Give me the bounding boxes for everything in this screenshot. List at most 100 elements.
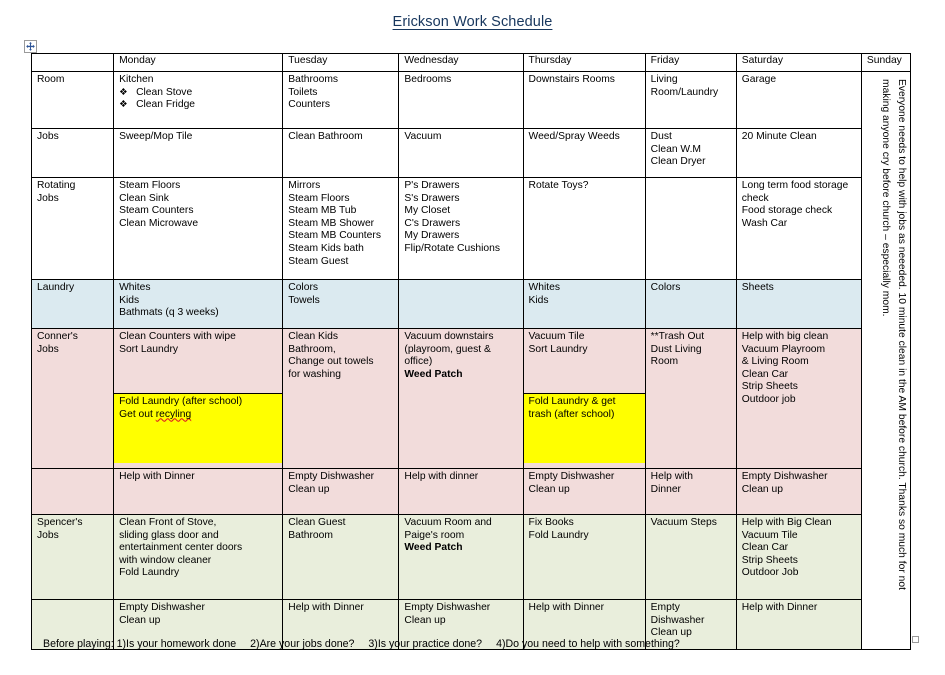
cell-line: Kids (528, 294, 549, 306)
row-label-conners-jobs: Conner's Jobs (30, 328, 115, 469)
header-cell-blank (30, 53, 115, 72)
header-cell-sunday: Sunday (860, 53, 912, 72)
cell-line: Towels (288, 294, 320, 306)
cell-line: Clean Sink (119, 192, 169, 204)
cell-line: Get out recyling (119, 408, 192, 420)
cell-line: Jobs (37, 192, 59, 204)
cell-spencer-dinner-saturday[interactable]: Help with Dinner (735, 599, 862, 650)
cell-conner-monday: Clean Counters with wipe Sort Laundry Fol… (113, 328, 284, 469)
cell-spencer-monday[interactable]: Clean Front of Stove, sliding glass door … (113, 514, 284, 600)
cell-conner-dinner-wednesday[interactable]: Help with dinner (398, 468, 524, 515)
sunday-note-text: Everyone needs to help with jobs as neee… (880, 79, 907, 590)
footer-q3: 3)Is your practice done? (368, 638, 483, 650)
cell-rotating-friday[interactable] (644, 177, 737, 280)
cell-line: Room (650, 356, 679, 368)
cell-line: Jobs (37, 529, 59, 541)
cell-laundry-monday[interactable]: Whites Kids Bathmats (q 3 weeks) (113, 279, 284, 329)
cell-line: Help with Dinner (741, 602, 818, 613)
cell-jobs-saturday[interactable]: 20 Minute Clean (735, 128, 862, 178)
cell-line: Vacuum (404, 131, 442, 142)
cell-jobs-friday[interactable]: Dust Clean W.M Clean Dryer (644, 128, 737, 178)
cell-conner-dinner-friday[interactable]: Help with Dinner (644, 468, 737, 515)
cell-laundry-thursday[interactable]: Whites Kids (522, 279, 646, 329)
diamond-bullet-icon: ❖ (119, 86, 128, 98)
cell-conner-dinner-monday[interactable]: Help with Dinner (113, 468, 284, 515)
cell-conner-dinner-tuesday[interactable]: Empty Dishwasher Clean up (282, 468, 400, 515)
footer-questions: Before playing: 1)Is your homework done 2… (43, 637, 680, 651)
cell-line: Clean Counters with wipe (119, 331, 236, 342)
cell-conner-thursday-top[interactable]: Vacuum Tile Sort Laundry (524, 330, 645, 394)
cell-jobs-tuesday[interactable]: Clean Bathroom (282, 128, 400, 178)
cell-rotating-monday[interactable]: Steam Floors Clean Sink Steam Counters Clea… (113, 177, 284, 280)
cell-sunday-note[interactable]: Everyone needs to help with jobs as neee… (860, 71, 912, 650)
cell-spencer-thursday[interactable]: Fix Books Fold Laundry (522, 514, 646, 600)
move-four-arrows-icon[interactable] (24, 40, 37, 53)
cell-room-friday[interactable]: Living Room/Laundry (644, 71, 737, 129)
cell-conner-dinner-thursday[interactable]: Empty Dishwasher Clean up (522, 468, 646, 515)
cell-line: Clean up (528, 483, 570, 495)
cell-room-thursday[interactable]: Downstairs Rooms (522, 71, 646, 129)
row-label-conners-dinner (30, 468, 115, 515)
cell-spencer-friday[interactable]: Vacuum Steps (644, 514, 737, 600)
row-label-spencers-jobs: Spencer's Jobs (30, 514, 115, 600)
cell-line: Help with Dinner (119, 471, 195, 482)
cell-line: Help with Dinner (528, 602, 605, 613)
cell-line: Toilets (288, 86, 318, 98)
table-row-conners-jobs: Conner's Jobs Clean Counters with wipe Sor… (30, 328, 911, 469)
cell-rotating-saturday[interactable]: Long term food storage check Food storage… (735, 177, 862, 280)
cell-room-saturday[interactable]: Garage (735, 71, 862, 129)
cell-line: S's Drawers (404, 192, 460, 204)
cell-spencer-tuesday[interactable]: Clean Guest Bathroom (282, 514, 400, 600)
cell-line: Room/Laundry (650, 86, 719, 98)
cell-spencer-wednesday[interactable]: Vacuum Room and Paige's room Weed Patch (398, 514, 524, 600)
cell-conner-wednesday[interactable]: Vacuum downstairs (playroom, guest & offi… (398, 328, 524, 469)
cell-line: Sort Laundry (119, 343, 179, 355)
resize-handle-icon[interactable] (912, 636, 919, 643)
cell-line: Clean Car (741, 542, 789, 554)
cell-line: Clean W.M (650, 143, 702, 155)
cell-laundry-wednesday[interactable] (398, 279, 524, 329)
cell-room-tuesday[interactable]: Bathrooms Toilets Counters (282, 71, 400, 129)
cell-spencer-saturday[interactable]: Help with Big Clean Vacuum Tile Clean Car S… (735, 514, 862, 600)
cell-conner-tuesday[interactable]: Clean Kids Bathroom, Change out towels for … (282, 328, 400, 469)
table-row-spencers-jobs: Spencer's Jobs Clean Front of Stove, slidi… (30, 514, 911, 600)
cell-room-wednesday[interactable]: Bedrooms (398, 71, 524, 129)
cell-line: Dishwasher (650, 614, 705, 626)
cell-room-monday[interactable]: Kitchen ❖ Clean Stove ❖ Clean Fridge (113, 71, 284, 129)
cell-jobs-thursday[interactable]: Weed/Spray Weeds (522, 128, 646, 178)
cell-line: Outdoor Job (741, 567, 799, 579)
cell-rotating-tuesday[interactable]: Mirrors Steam Floors Steam MB Tub Steam MB … (282, 177, 400, 280)
cell-laundry-saturday[interactable]: Sheets (735, 279, 862, 329)
cell-conner-dinner-saturday[interactable]: Empty Dishwasher Clean up (735, 468, 862, 515)
cell-rotating-wednesday[interactable]: P's Drawers S's Drawers My Closet C's Drawe… (398, 177, 524, 280)
cell-line: P's Drawers (404, 180, 460, 191)
cell-line: Steam Floors (288, 192, 350, 204)
cell-jobs-monday[interactable]: Sweep/Mop Tile (113, 128, 284, 178)
cell-line: Downstairs Rooms (528, 74, 615, 85)
footer-q2: 2)Are your jobs done? (250, 638, 355, 650)
cell-laundry-friday[interactable]: Colors (644, 279, 737, 329)
cell-conner-thursday-highlight[interactable]: Fold Laundry & get trash (after school) (524, 394, 645, 463)
cell-line: Clean Car (741, 368, 789, 380)
cell-conner-monday-highlight[interactable]: Fold Laundry (after school) Get out recyl… (114, 394, 282, 463)
cell-jobs-wednesday[interactable]: Vacuum (398, 128, 524, 178)
cell-line: Vacuum Steps (650, 517, 717, 528)
cell-line: My Drawers (404, 230, 460, 242)
cell-conner-monday-top[interactable]: Clean Counters with wipe Sort Laundry (114, 330, 282, 394)
cell-rotating-thursday[interactable]: Rotate Toys? (522, 177, 646, 280)
cell-line: & Living Room (741, 356, 809, 368)
cell-line: Change out towels (288, 356, 374, 368)
header-cell-friday: Friday (644, 53, 737, 72)
cell-line: Sort Laundry (528, 343, 588, 355)
cell-line: (playroom, guest & office) (404, 343, 491, 368)
cell-line: Clean Bathroom (288, 131, 363, 142)
cell-laundry-tuesday[interactable]: Colors Towels (282, 279, 400, 329)
cell-conner-saturday[interactable]: Help with big clean Vacuum Playroom & Livi… (735, 328, 862, 469)
cell-line: ❖ Clean Fridge (119, 99, 196, 111)
cell-line: Fix Books (528, 517, 574, 528)
row-label-rotating-jobs: Rotating Jobs (30, 177, 115, 280)
cell-conner-friday[interactable]: **Trash Out Dust Living Room (644, 328, 737, 469)
cell-line: C's Drawers (404, 217, 461, 229)
cell-line: Empty Dishwasher (528, 471, 615, 482)
row-label-laundry: Laundry (30, 279, 115, 329)
